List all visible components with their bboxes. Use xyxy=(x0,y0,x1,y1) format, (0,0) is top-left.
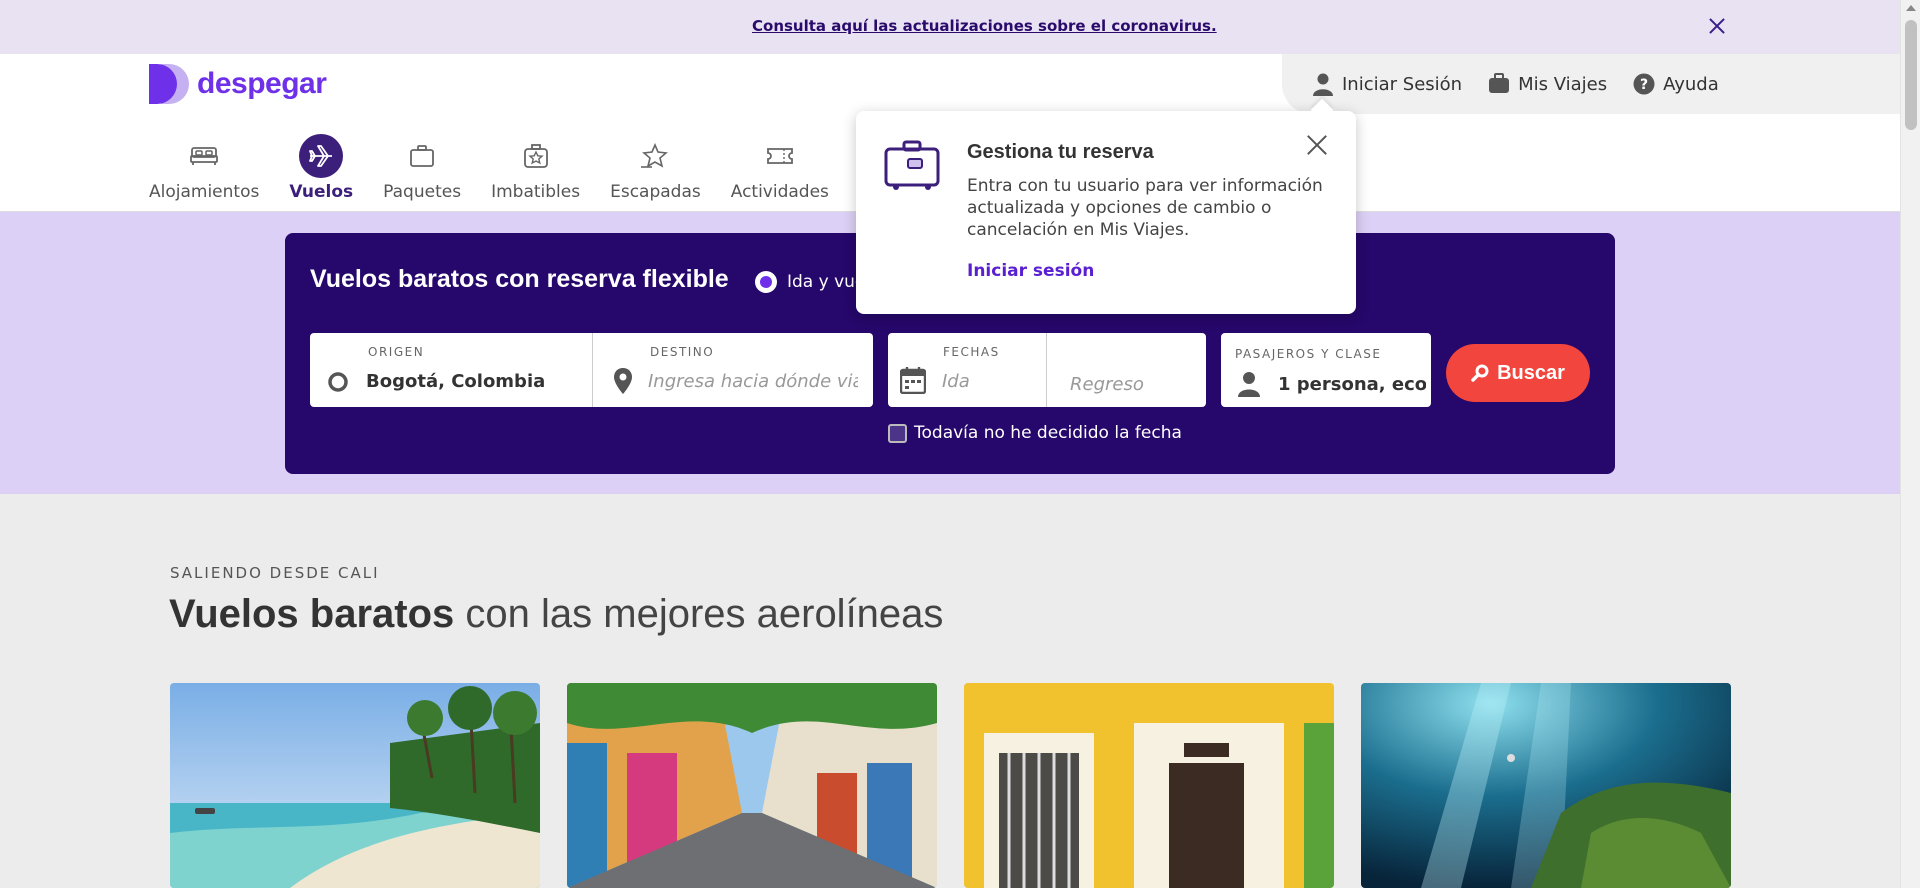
return-date-input[interactable]: Regreso xyxy=(1070,374,1144,395)
tab-vuelos[interactable]: Vuelos xyxy=(267,134,375,216)
manage-booking-popover: Gestiona tu reserva Entra con tu usuario… xyxy=(856,111,1356,314)
account-bar: Iniciar Sesión Mis Viajes ? Ayuda xyxy=(1282,54,1900,114)
tab-label: Escapadas xyxy=(610,182,701,202)
login-label: Iniciar Sesión xyxy=(1342,73,1463,95)
scroll-up-icon[interactable] xyxy=(1906,5,1916,11)
section-title-bold: Vuelos baratos xyxy=(169,592,455,636)
colonial-street-photo[interactable] xyxy=(567,683,937,888)
scrollbar-thumb[interactable] xyxy=(1905,20,1917,130)
suitcase-illustration-icon xyxy=(884,140,940,190)
tab-imbatibles[interactable]: Imbatibles xyxy=(491,134,580,202)
close-popover-icon[interactable] xyxy=(1306,134,1328,156)
tab-escapadas[interactable]: Escapadas xyxy=(610,134,701,202)
search-button[interactable]: Buscar xyxy=(1446,344,1590,402)
trip-type-label: Ida y vue xyxy=(787,272,866,292)
star-plane-icon xyxy=(633,134,677,178)
tab-label: Actividades xyxy=(730,182,829,202)
my-trips-label: Mis Viajes xyxy=(1518,73,1608,95)
origin-destination-field: ORIGEN Bogotá, Colombia DESTINO Ingresa … xyxy=(310,333,873,407)
logo[interactable]: despegar xyxy=(149,64,327,104)
destination-input[interactable]: Ingresa hacia dónde viaja xyxy=(648,371,858,392)
ticket-icon xyxy=(758,134,802,178)
destination-cards xyxy=(170,683,1731,888)
star-bag-icon xyxy=(514,134,558,178)
plane-icon xyxy=(299,134,344,178)
svg-text:?: ? xyxy=(1640,77,1648,93)
checkbox-box xyxy=(888,423,907,443)
tab-alojamientos[interactable]: Alojamientos xyxy=(149,134,259,202)
tab-label: Imbatibles xyxy=(491,182,581,202)
radio-selected-icon xyxy=(755,271,777,293)
help-button[interactable]: ? Ayuda xyxy=(1633,73,1719,95)
dates-caption: FECHAS xyxy=(943,345,1000,359)
my-trips-button[interactable]: Mis Viajes xyxy=(1488,73,1607,95)
calendar-icon xyxy=(900,367,926,394)
popover-body: Entra con tu usuario para ver informació… xyxy=(967,176,1323,240)
location-pin-icon xyxy=(614,368,632,394)
cenote-photo[interactable] xyxy=(1361,683,1731,888)
help-icon: ? xyxy=(1633,73,1655,95)
undecided-date-label: Todavía no he decidido la fecha xyxy=(914,423,1182,443)
search-button-label: Buscar xyxy=(1497,361,1565,384)
section-title: Vuelos baratos con las mejores aerolínea… xyxy=(169,592,943,637)
user-icon xyxy=(1238,372,1260,397)
covid-updates-link[interactable]: Consulta aquí las actualizaciones sobre … xyxy=(752,17,1217,35)
undecided-date-checkbox[interactable]: Todavía no he decidido la fecha xyxy=(888,423,1182,443)
destination-caption: DESTINO xyxy=(650,345,715,359)
section-title-rest: con las mejores aerolíneas xyxy=(454,592,944,636)
luggage-icon xyxy=(1489,73,1510,93)
tab-actividades[interactable]: Actividades xyxy=(731,134,829,202)
origin-caption: ORIGEN xyxy=(368,345,425,359)
brand-name: despegar xyxy=(197,67,327,100)
dates-field: FECHAS Ida Regreso xyxy=(888,333,1206,407)
tab-label: Paquetes xyxy=(383,182,462,202)
help-label: Ayuda xyxy=(1663,73,1719,95)
passengers-value: 1 persona, econ xyxy=(1278,374,1426,395)
despegar-logo-icon xyxy=(149,64,189,104)
search-icon xyxy=(1471,364,1489,382)
tab-label: Vuelos xyxy=(289,182,354,202)
beach-photo[interactable] xyxy=(170,683,540,888)
search-title: Vuelos baratos con reserva flexible xyxy=(310,265,729,293)
origin-circle-icon xyxy=(328,372,348,392)
origin-input[interactable]: Bogotá, Colombia xyxy=(366,371,545,392)
passengers-field[interactable]: PASAJEROS Y CLASE 1 persona, econ xyxy=(1221,333,1431,407)
section-kicker: SALIENDO DESDE CALI xyxy=(170,564,380,582)
user-icon xyxy=(1313,73,1333,96)
product-nav: Alojamientos Vuelos Paquetes Imbatibles … xyxy=(149,134,933,216)
tab-label: Alojamientos xyxy=(149,182,260,202)
close-banner-icon[interactable] xyxy=(1705,14,1729,38)
yellow-house-photo[interactable] xyxy=(964,683,1334,888)
page-scrollbar[interactable] xyxy=(1900,0,1920,888)
field-divider xyxy=(592,333,593,407)
depart-date-input[interactable]: Ida xyxy=(942,371,970,392)
login-button[interactable]: Iniciar Sesión xyxy=(1312,72,1462,96)
suitcase-icon xyxy=(400,134,444,178)
field-divider xyxy=(1046,333,1047,407)
popover-title: Gestiona tu reserva xyxy=(967,141,1154,163)
bed-icon xyxy=(182,134,226,178)
tab-paquetes[interactable]: Paquetes xyxy=(383,134,461,202)
passengers-caption: PASAJEROS Y CLASE xyxy=(1235,347,1382,361)
trip-type-roundtrip[interactable]: Ida y vue xyxy=(755,271,865,293)
popover-login-link[interactable]: Iniciar sesión xyxy=(967,261,1094,281)
covid-banner: Consulta aquí las actualizaciones sobre … xyxy=(0,0,1900,54)
